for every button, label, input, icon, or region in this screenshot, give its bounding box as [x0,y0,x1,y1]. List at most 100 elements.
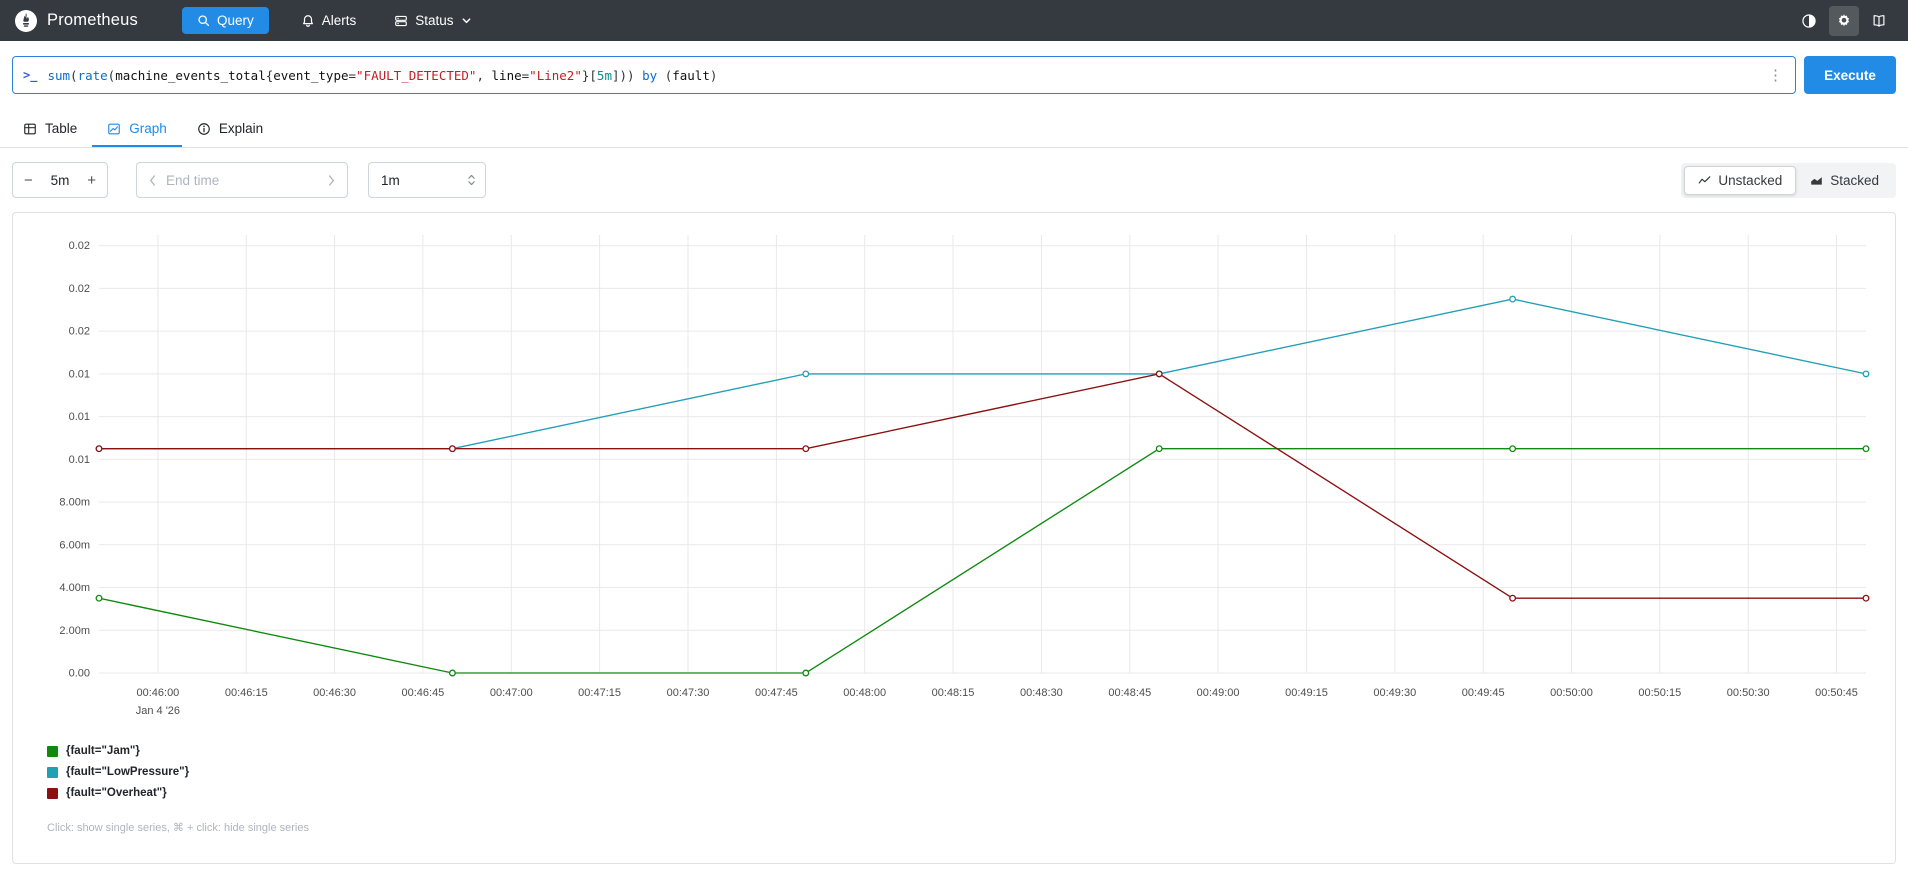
graph-canvas[interactable]: 0.00 2.00m 4.00m 6.00m 8.00m 0.01 0.01 0.01 0.02… [21,223,1887,721]
tab-explain[interactable]: Explain [182,111,278,147]
x-tick-label: 00:47:00 [490,687,533,699]
search-icon [197,14,210,27]
legend-item-2[interactable]: {fault="Overheat"} [47,787,1887,799]
time-back-chevron-icon[interactable] [146,172,159,189]
x-axis-date-label: Jan 4 '26 [136,705,180,717]
series-swatch [47,787,58,799]
x-tick-label: 00:46:45 [401,687,444,699]
gear-icon [1836,13,1852,29]
nav-query-button[interactable]: Query [181,7,269,34]
range-decrease-button[interactable]: − [22,172,35,189]
range-value[interactable]: 5m [51,173,70,188]
x-tick-label: 00:50:30 [1727,687,1770,699]
data-point [1862,370,1870,378]
range-stepper: − 5m + [12,162,108,198]
y-tick-label: 0.01 [69,454,90,466]
data-point [1155,445,1163,453]
x-tick-label: 00:50:00 [1550,687,1593,699]
select-spinner-icon[interactable] [467,173,476,187]
end-time-placeholder: End time [166,172,220,188]
settings-button[interactable] [1829,5,1859,36]
graph-panel: 0.00 2.00m 4.00m 6.00m 8.00m 0.01 0.01 0.01 0.02… [12,212,1896,864]
data-point [1155,370,1163,378]
series-line-0 [98,448,1866,674]
execute-button[interactable]: Execute [1804,56,1896,94]
top-navbar: Prometheus Query Alerts Status [0,0,1908,41]
prometheus-logo-icon [14,9,38,33]
x-tick-label: 00:49:00 [1197,687,1240,699]
data-point [1862,445,1870,453]
series-line-2 [99,373,1866,599]
query-bar: >_ sum(rate(machine_events_total{event_t… [0,41,1908,94]
legend-item-1[interactable]: {fault="LowPressure"} [47,766,1887,778]
result-tabs: Table Graph Explain [0,111,1908,148]
end-time-input[interactable]: End time [136,162,348,198]
theme-toggle-button[interactable] [1794,6,1824,36]
series-name: {fault="Overheat"} [66,787,167,799]
graph-legend: {fault="Jam"} {fault="LowPressure"} {fault… [47,745,1887,799]
nav-alerts-label: Alerts [321,13,357,28]
data-point [1509,594,1517,602]
x-tick-label: 00:47:45 [755,687,798,699]
x-tick-label: 00:50:15 [1638,687,1681,699]
y-tick-label: 0.02 [69,326,90,338]
y-tick-label: 0.01 [69,411,90,423]
data-point [1862,594,1870,602]
data-point [448,445,456,453]
y-tick-label: 0.02 [69,240,90,252]
tab-table[interactable]: Table [8,111,92,147]
stacked-button[interactable]: Stacked [1796,166,1893,195]
query-expression-input[interactable]: >_ sum(rate(machine_events_total{event_t… [12,56,1796,94]
data-point [802,445,810,453]
y-tick-label: 2.00m [59,625,90,637]
resolution-select[interactable]: 1m [368,162,486,198]
tab-graph[interactable]: Graph [92,111,182,147]
x-tick-label: 00:46:00 [136,687,179,699]
unstacked-button[interactable]: Unstacked [1684,165,1797,195]
y-tick-label: 4.00m [59,582,90,594]
y-tick-label: 0.01 [69,368,90,380]
series-name: {fault="Jam"} [66,745,140,757]
x-tick-label: 00:47:30 [667,687,710,699]
unstacked-label: Unstacked [1718,172,1783,188]
x-tick-label: 00:46:30 [313,687,356,699]
terminal-prompt-icon: >_ [23,68,38,82]
documentation-button[interactable] [1864,6,1894,36]
nav-query-label: Query [216,13,254,28]
time-forward-chevron-icon[interactable] [325,172,338,189]
x-tick-label: 00:48:30 [1020,687,1063,699]
data-point [1509,295,1517,303]
nav-status-label: Status [415,13,454,28]
query-options-kebab-icon[interactable]: ⋮ [1766,66,1785,84]
x-tick-label: 00:48:00 [843,687,886,699]
query-expression-text: sum(rate(machine_events_total{event_type… [47,67,718,83]
server-icon [394,14,408,28]
nav-alerts-button[interactable]: Alerts [295,12,363,29]
resolution-value: 1m [381,172,400,188]
range-increase-button[interactable]: + [85,172,98,189]
data-point [802,370,810,378]
data-point [95,445,103,453]
info-icon [197,122,211,136]
y-tick-label: 0.02 [69,283,90,295]
x-tick-label: 00:49:15 [1285,687,1328,699]
x-tick-label: 00:49:45 [1462,687,1505,699]
nav-status-dropdown[interactable]: Status [388,12,477,29]
data-point [802,669,810,677]
data-point [95,594,103,602]
series-swatch [47,766,58,778]
series-name: {fault="LowPressure"} [66,766,190,778]
table-icon [23,122,37,136]
chevron-down-icon [461,15,472,26]
x-tick-label: 00:50:45 [1815,687,1858,699]
x-tick-label: 00:49:30 [1373,687,1416,699]
contrast-icon [1801,13,1817,29]
brand-link[interactable]: Prometheus [14,9,138,33]
x-tick-label: 00:48:45 [1108,687,1151,699]
x-tick-label: 00:47:15 [578,687,621,699]
stacked-label: Stacked [1830,172,1879,188]
legend-item-0[interactable]: {fault="Jam"} [47,745,1887,757]
graph-controls: − 5m + End time 1m Unstacked Stacked [12,162,1896,198]
area-chart-icon [1810,174,1823,187]
y-tick-label: 6.00m [59,539,90,551]
